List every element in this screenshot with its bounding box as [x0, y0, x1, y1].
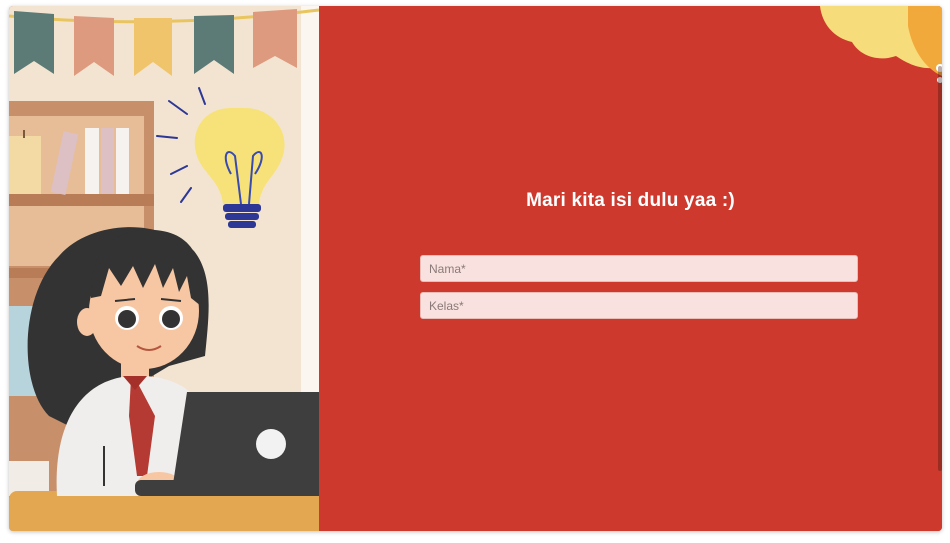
name-input[interactable] [420, 255, 858, 282]
form-card: Mari kita isi dulu yaa :) [9, 6, 942, 531]
scrollbar[interactable] [938, 66, 942, 471]
form-heading: Mari kita isi dulu yaa :) [526, 190, 735, 211]
sun-decoration [820, 6, 942, 83]
form-panel: Mari kita isi dulu yaa :) [319, 6, 942, 531]
class-input[interactable] [420, 292, 858, 319]
